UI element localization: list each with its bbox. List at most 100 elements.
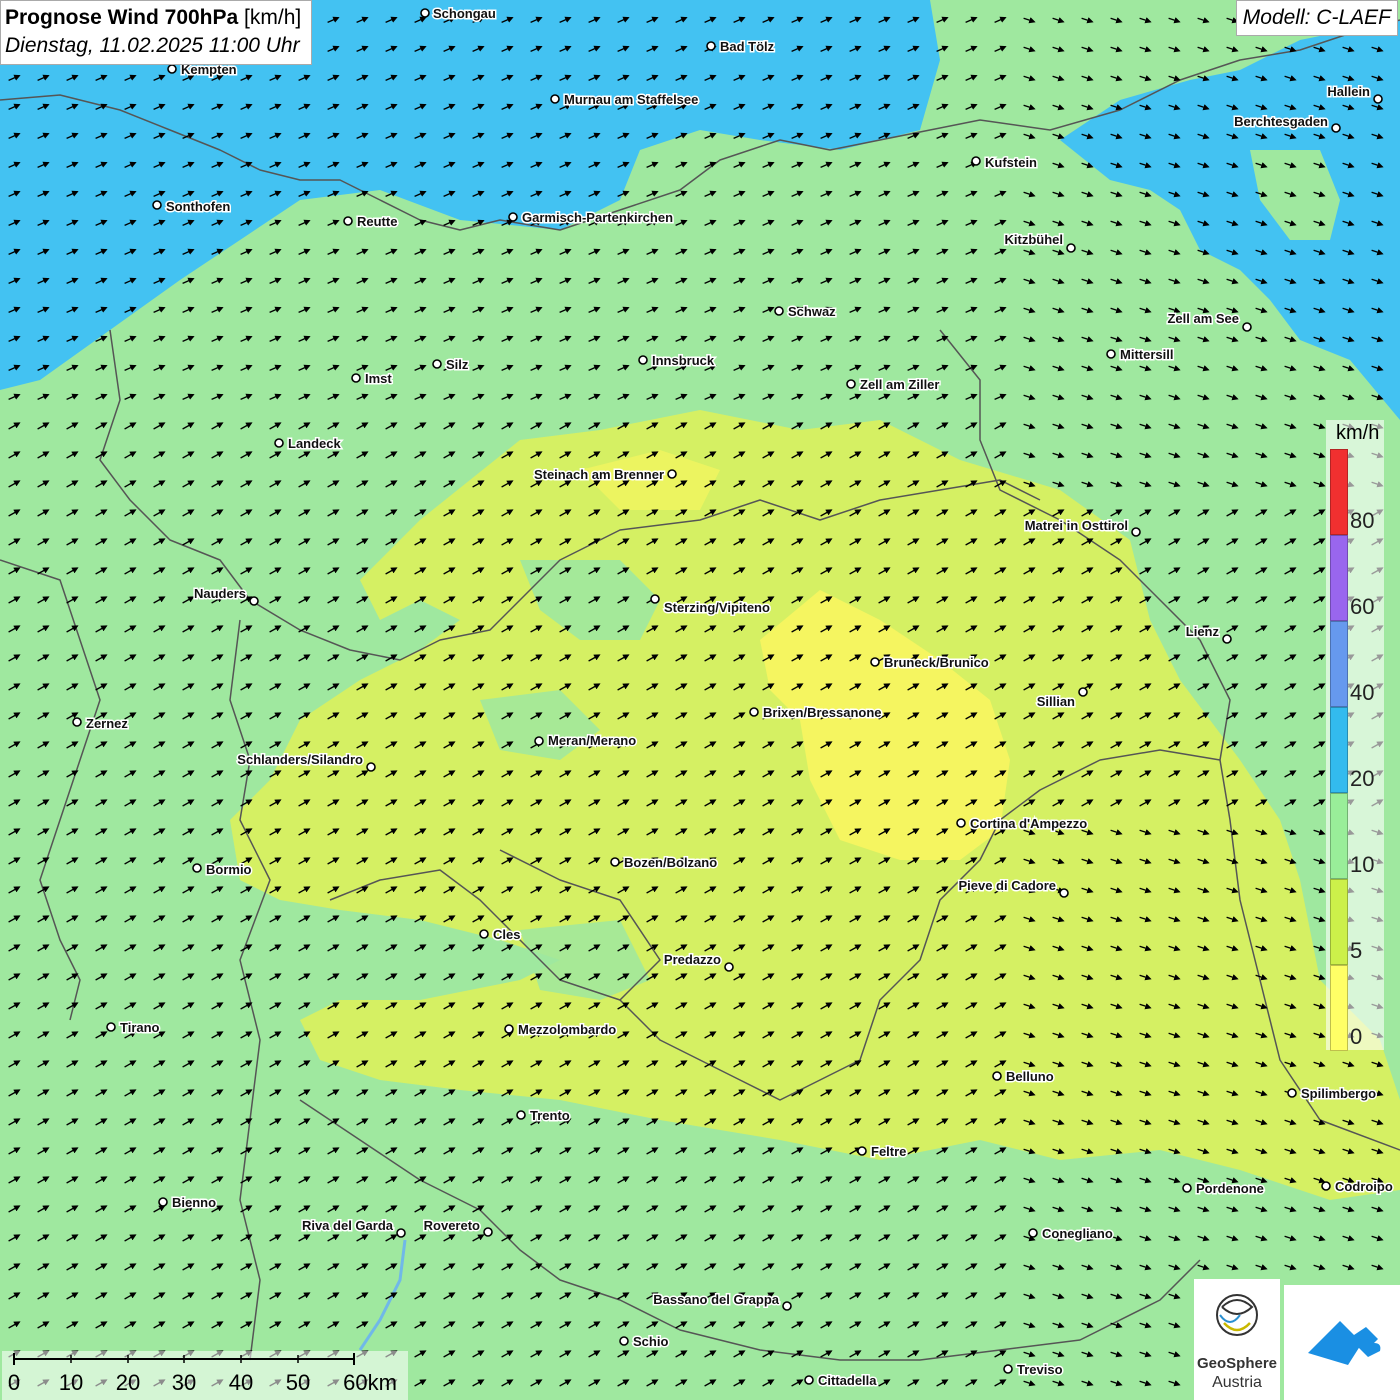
city-dot xyxy=(432,359,442,369)
city-label: Predazzo xyxy=(664,952,721,967)
city-label: Trento xyxy=(530,1108,570,1123)
legend-unit: km/h xyxy=(1336,422,1380,444)
city-dot xyxy=(1131,527,1141,537)
city-label: Sonthofen xyxy=(166,199,230,214)
city-label: Schio xyxy=(633,1334,668,1349)
city-dot xyxy=(706,41,716,51)
city-label: Codroipo xyxy=(1335,1179,1393,1194)
city-label: Bruneck/Brunico xyxy=(884,655,989,670)
scale-label-0: 0 xyxy=(7,1370,21,1395)
geosphere-logo-text1: GeoSphere xyxy=(1196,1355,1278,1372)
legend-label-20: 20 xyxy=(1350,766,1375,791)
city-dot xyxy=(650,594,660,604)
city-dot xyxy=(366,762,376,772)
scale-label-10: 10 xyxy=(58,1370,84,1395)
color-legend: km/h 80 60 40 20 10 5 0 xyxy=(1326,420,1384,1051)
legend-label-80: 80 xyxy=(1350,508,1375,533)
city-label: Matrei in Osttirol xyxy=(1025,518,1128,533)
city-dot xyxy=(1066,243,1076,253)
city-dot xyxy=(667,469,677,479)
city-dot xyxy=(167,64,177,74)
city-dot xyxy=(857,1146,867,1156)
legend-swatch-80 xyxy=(1330,449,1348,535)
city-label: Cles xyxy=(493,927,520,942)
legend-label-40: 40 xyxy=(1350,680,1375,705)
city-label: Cittadella xyxy=(818,1373,877,1388)
city-dot xyxy=(956,818,966,828)
city-label: Sillian xyxy=(1037,694,1075,709)
city-label: Bormio xyxy=(206,862,252,877)
legend-label-5: 5 xyxy=(1350,938,1363,963)
scale-label-20: 20 xyxy=(115,1370,141,1395)
city-label: Bassano del Grappa xyxy=(653,1292,779,1307)
city-label: Tirano xyxy=(120,1020,160,1035)
city-dot xyxy=(106,1022,116,1032)
city-label: Murnau am Staffelsee xyxy=(564,92,698,107)
city-dot xyxy=(1242,322,1252,332)
model-label: Modell: C-LAEF xyxy=(1235,0,1398,36)
city-label: Steinach am Brenner xyxy=(534,467,664,482)
city-label: Cortina d'Ampezzo xyxy=(970,816,1087,831)
city-dot xyxy=(534,736,544,746)
city-dot xyxy=(804,1375,814,1385)
city-label: Meran/Merano xyxy=(548,733,636,748)
city-label: Kufstein xyxy=(985,155,1037,170)
city-label: Feltre xyxy=(871,1144,906,1159)
city-label: Landeck xyxy=(288,436,342,451)
geosphere-icon xyxy=(1216,1294,1258,1336)
city-label: Bienno xyxy=(172,1195,216,1210)
city-label: Mittersill xyxy=(1120,347,1173,362)
city-label: Rovereto xyxy=(424,1218,480,1233)
legend-swatch-60 xyxy=(1330,535,1348,621)
app-logo[interactable] xyxy=(1284,1285,1400,1400)
city-label: Lienz xyxy=(1186,624,1220,639)
legend-swatch-10 xyxy=(1330,793,1348,879)
city-label: Schongau xyxy=(433,6,496,21)
city-label: Innsbruck xyxy=(652,353,715,368)
city-dot xyxy=(516,1110,526,1120)
city-dot xyxy=(1003,1364,1013,1374)
city-label: Belluno xyxy=(1006,1069,1054,1084)
city-dot xyxy=(1106,349,1116,359)
city-dot xyxy=(420,8,430,18)
city-dot xyxy=(992,1071,1002,1081)
city-dot xyxy=(619,1336,629,1346)
city-dot xyxy=(971,156,981,166)
city-dot xyxy=(483,1227,493,1237)
city-dot xyxy=(1321,1181,1331,1191)
city-dot xyxy=(351,373,361,383)
city-dot xyxy=(1028,1228,1038,1238)
legend-label-60: 60 xyxy=(1350,594,1375,619)
scale-label-30: 30 xyxy=(171,1370,197,1395)
city-dot xyxy=(504,1024,514,1034)
title-box: Prognose Wind 700hPa [km/h] Dienstag, 11… xyxy=(0,0,313,65)
city-dot xyxy=(1078,687,1088,697)
city-label: Kitzbühel xyxy=(1005,232,1064,247)
city-dot xyxy=(1287,1088,1297,1098)
title-bold: Prognose Wind 700hPa xyxy=(5,6,239,29)
city-dot xyxy=(72,717,82,727)
city-dot xyxy=(846,379,856,389)
scale-label-40: 40 xyxy=(228,1370,254,1395)
city-label: Garmisch-Partenkirchen xyxy=(522,210,673,225)
city-dot xyxy=(152,200,162,210)
city-dot xyxy=(1331,123,1341,133)
city-dot xyxy=(1222,634,1232,644)
scale-label-60: 60km xyxy=(343,1370,397,1395)
city-label: Nauders xyxy=(194,586,246,601)
city-label: Berchtesgaden xyxy=(1234,114,1328,129)
scale-label-50: 50 xyxy=(285,1370,311,1395)
geosphere-logo[interactable]: GeoSphere Austria xyxy=(1194,1279,1280,1400)
title-unit: [km/h] xyxy=(244,6,302,29)
geosphere-logo-text2: Austria xyxy=(1212,1374,1262,1391)
city-dot xyxy=(724,962,734,972)
forecast-datetime: Dienstag, 11.02.2025 11:00 Uhr xyxy=(5,34,300,57)
city-label: Sterzing/Vipiteno xyxy=(664,600,770,615)
city-label: Zell am Ziller xyxy=(860,377,939,392)
mountain-cloud-icon xyxy=(1308,1321,1381,1365)
city-dot xyxy=(158,1197,168,1207)
city-label: Riva del Garda xyxy=(302,1218,394,1233)
city-label: Brixen/Bressanone xyxy=(763,705,882,720)
city-dot xyxy=(343,216,353,226)
legend-swatch-0 xyxy=(1330,965,1348,1051)
